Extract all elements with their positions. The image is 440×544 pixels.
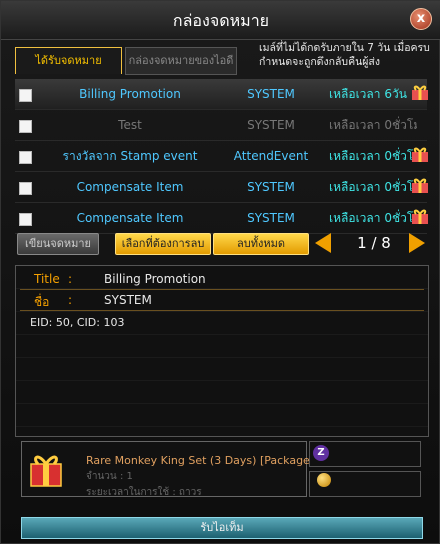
mail-time-left: เหลือเวลา 0ชั่วโมง xyxy=(329,149,417,163)
mail-sender: SYSTEM xyxy=(247,180,295,194)
mail-row[interactable]: รางวัลจาก Stamp event AttendEvent เหลือเ… xyxy=(15,141,428,172)
title-bar[interactable]: กล่องจดหมาย x xyxy=(1,1,440,40)
page-indicator: 1 / 8 xyxy=(357,234,391,252)
mail-detail-panel: Title : Billing Promotion ชื่อ : SYSTEM … xyxy=(15,265,429,437)
mail-ids: EID: 50, CID: 103 xyxy=(30,316,125,329)
mail-row[interactable]: Billing Promotion SYSTEM เหลือเวลา 6วัน xyxy=(15,79,428,110)
close-button[interactable]: x xyxy=(410,8,432,30)
prev-page-arrow-icon[interactable] xyxy=(315,233,331,253)
mail-sender: SYSTEM xyxy=(247,211,295,225)
tab-received-mail[interactable]: ได้รับจดหมาย xyxy=(15,47,122,74)
mail-title: Billing Promotion xyxy=(79,87,181,101)
gift-box-icon xyxy=(30,455,62,487)
tab-item-mailbox[interactable]: กล่องจดหมายของไอดี xyxy=(125,47,237,75)
mail-row[interactable]: Test SYSTEM เหลือเวลา 0ชั่วโมง xyxy=(15,110,427,141)
mail-list: Billing Promotion SYSTEM เหลือเวลา 6วัน … xyxy=(15,79,428,234)
mail-row[interactable]: Compensate Item SYSTEM เหลือเวลา 0ชั่วโม… xyxy=(15,203,428,234)
gift-icon xyxy=(412,178,428,193)
read-mail-button[interactable]: เขียนจดหมาย xyxy=(17,233,99,255)
mail-checkbox[interactable] xyxy=(19,182,32,195)
mailbox-window: กล่องจดหมาย x ได้รับจดหมาย กล่องจดหมายขอ… xyxy=(0,0,440,544)
attachment-quantity: จำนวน : 1 xyxy=(86,471,133,482)
claim-item-button[interactable]: รับไอเท็ม xyxy=(21,517,423,539)
detail-title: Billing Promotion xyxy=(104,272,206,286)
sender-colon: : xyxy=(68,293,73,307)
mail-checkbox[interactable] xyxy=(19,89,32,102)
delete-all-button[interactable]: ลบทั้งหมด xyxy=(213,233,309,255)
mail-sender: SYSTEM xyxy=(247,118,295,132)
gold-coin-icon xyxy=(317,473,331,487)
mail-time-left: เหลือเวลา 6วัน xyxy=(329,87,407,101)
mail-title: Compensate Item xyxy=(76,180,184,194)
mail-sender: SYSTEM xyxy=(247,87,295,101)
mail-checkbox[interactable] xyxy=(19,151,32,164)
title-colon: : xyxy=(68,272,73,286)
expiry-notice: เมล์ที่ไม่ได้กดรับภายใน 7 วัน เมื่อครบกำ… xyxy=(259,42,430,68)
mail-title: รางวัลจาก Stamp event xyxy=(62,149,198,163)
gift-icon xyxy=(412,209,428,224)
detail-sender: SYSTEM xyxy=(104,293,152,307)
attachment-slot[interactable]: Rare Monkey King Set (3 Days) [Package] … xyxy=(21,441,314,498)
mail-sender: AttendEvent xyxy=(233,149,309,163)
attachment-duration: ระยะเวลาในการใช้ : ถาวร xyxy=(86,487,202,498)
mail-checkbox[interactable] xyxy=(19,213,32,226)
mail-time-left: เหลือเวลา 0ชั่วโมง xyxy=(329,211,417,225)
window-title: กล่องจดหมาย xyxy=(172,11,270,30)
mail-title: Compensate Item xyxy=(76,211,184,225)
divider xyxy=(20,310,424,311)
z-coin-icon: Z xyxy=(313,445,329,461)
title-label: Title xyxy=(34,272,60,286)
delete-selected-button[interactable]: เลือกที่ต้องการลบ xyxy=(115,233,211,255)
gift-icon xyxy=(412,85,428,100)
mail-row[interactable]: Compensate Item SYSTEM เหลือเวลา 0ชั่วโม… xyxy=(15,172,428,203)
mail-time-left: เหลือเวลา 0ชั่วโมง xyxy=(329,118,417,132)
mail-checkbox[interactable] xyxy=(19,120,32,133)
attachment-name: Rare Monkey King Set (3 Days) [Package] xyxy=(86,454,315,467)
gift-icon xyxy=(412,147,428,162)
mail-time-left: เหลือเวลา 0ชั่วโมง xyxy=(329,180,417,194)
next-page-arrow-icon[interactable] xyxy=(409,233,425,253)
mail-title: Test xyxy=(118,118,142,132)
divider xyxy=(20,289,424,290)
